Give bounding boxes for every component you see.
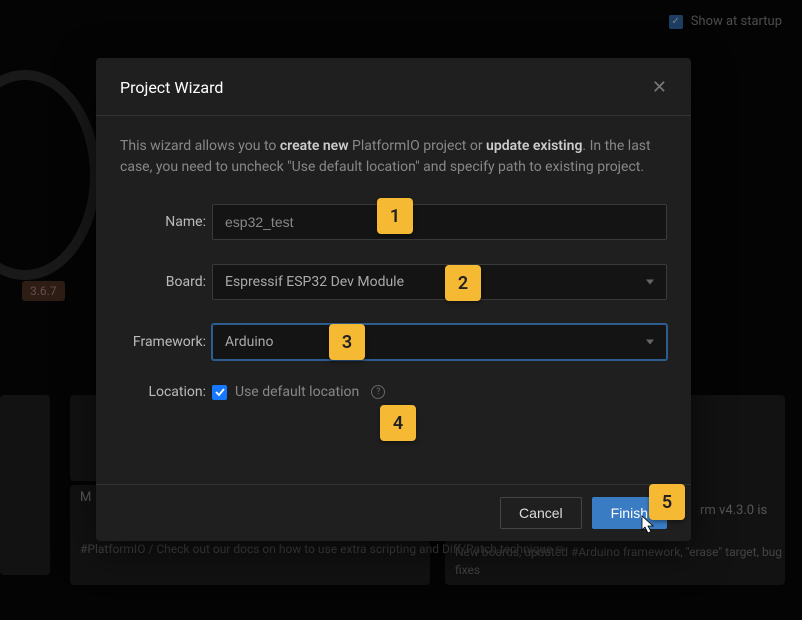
use-default-location-label: Use default location xyxy=(235,384,359,400)
name-label: Name: xyxy=(120,214,212,230)
annotation-4: 4 xyxy=(380,405,416,441)
board-row: Board: Espressif ESP32 Dev Module xyxy=(120,264,667,300)
location-row: Location: Use default location ? xyxy=(120,384,667,400)
cursor-icon xyxy=(640,515,656,535)
close-icon[interactable]: ✕ xyxy=(652,79,667,97)
location-label: Location: xyxy=(120,384,212,400)
name-input[interactable] xyxy=(212,204,667,240)
annotation-3: 3 xyxy=(329,324,365,360)
info-icon[interactable]: ? xyxy=(371,385,385,399)
chevron-down-icon xyxy=(646,280,654,285)
board-value: Espressif ESP32 Dev Module xyxy=(225,274,404,290)
modal-footer: Cancel Finish xyxy=(96,484,691,541)
modal-body: This wizard allows you to create new Pla… xyxy=(96,116,691,444)
board-label: Board: xyxy=(120,274,212,290)
framework-select[interactable]: Arduino xyxy=(212,324,667,360)
chevron-down-icon xyxy=(646,340,654,345)
modal-title: Project Wizard xyxy=(120,78,223,97)
framework-label: Framework: xyxy=(120,334,212,350)
board-select[interactable]: Espressif ESP32 Dev Module xyxy=(212,264,667,300)
framework-value: Arduino xyxy=(225,334,273,350)
cancel-button[interactable]: Cancel xyxy=(500,497,582,529)
annotation-2: 2 xyxy=(445,265,481,301)
framework-row: Framework: Arduino xyxy=(120,324,667,360)
use-default-location-checkbox[interactable] xyxy=(212,385,227,400)
modal-header: Project Wizard ✕ xyxy=(96,58,691,116)
wizard-intro: This wizard allows you to create new Pla… xyxy=(120,136,667,178)
annotation-1: 1 xyxy=(377,198,413,234)
project-wizard-modal: Project Wizard ✕ This wizard allows you … xyxy=(96,58,691,541)
